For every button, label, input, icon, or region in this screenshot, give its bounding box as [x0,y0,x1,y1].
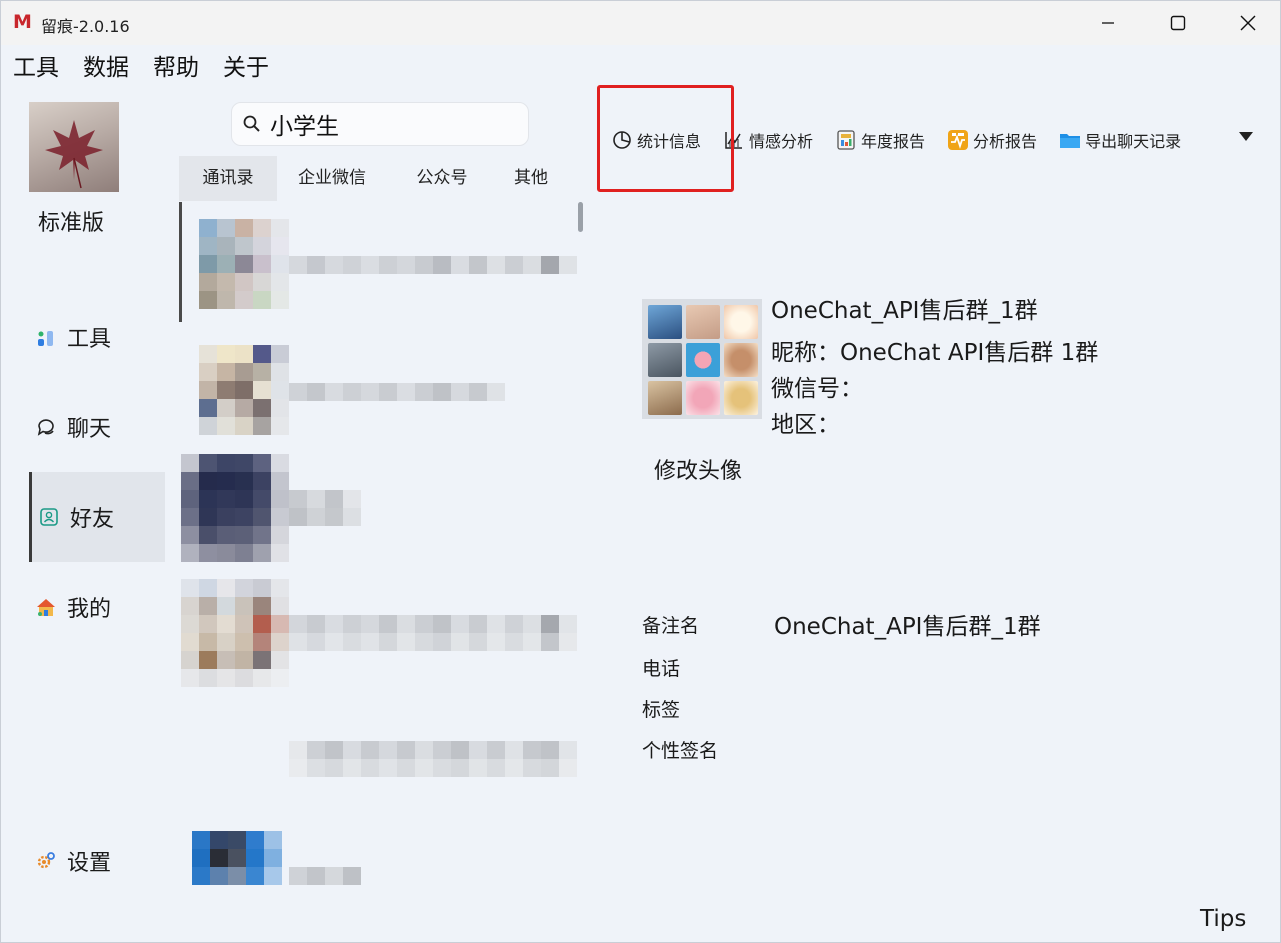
tips-link[interactable]: Tips [1200,906,1246,932]
remark-value: OneChat_API售后群_1群 [774,614,1041,640]
tab-official-accounts[interactable]: 公众号 [387,156,497,201]
close-icon [1240,15,1256,31]
member-avatar [686,381,720,415]
chat-icon [35,416,57,438]
tab-contacts[interactable]: 通讯录 [179,156,277,201]
list-item[interactable] [179,201,579,321]
member-avatar [724,305,758,339]
minimize-icon [1102,22,1114,24]
more-dropdown-icon[interactable] [1239,132,1253,141]
analysis-report-button[interactable]: 分析报告 [947,128,1037,152]
change-avatar-button[interactable]: 修改头像 [654,453,742,485]
maple-leaf-icon [45,120,103,189]
nav-tools-label: 工具 [67,327,112,352]
contact-tabs: 通讯录 企业微信 公众号 其他 [179,156,565,201]
member-avatar [648,343,682,377]
nav-mine-label: 我的 [67,597,112,622]
list-item-name [289,383,505,401]
list-item-name [289,867,361,885]
title-bar: M 留痕-2.0.16 [1,1,1280,45]
list-item[interactable] [179,579,579,699]
menu-help[interactable]: 帮助 [141,49,211,89]
contact-nickname: 昵称：OneChat API售后群 1群 [771,340,1099,366]
menu-bar: 工具 数据 帮助 关于 [1,49,281,89]
list-item-name [289,256,577,274]
remark-label: 备注名 [642,615,700,637]
list-item[interactable] [179,831,579,901]
list-item-avatar [199,219,289,309]
list-item-avatar [181,454,289,562]
annual-report-button[interactable]: 年度报告 [835,128,925,152]
search-icon [243,115,260,132]
minimize-button[interactable] [1073,1,1143,45]
list-item[interactable] [179,454,579,574]
sentiment-analysis-button[interactable]: 情感分析 [723,128,813,152]
menu-tools[interactable]: 工具 [1,49,71,89]
edition-label: 标准版 [38,211,105,236]
signature-label: 个性签名 [642,740,719,762]
contacts-icon [38,506,60,528]
nav-settings[interactable]: 设置 [29,816,165,906]
group-avatar[interactable] [642,299,762,419]
list-item-avatar [199,345,289,435]
tab-other[interactable]: 其他 [497,156,565,201]
tags-label: 标签 [642,699,681,721]
maximize-button[interactable] [1143,1,1213,45]
menu-about[interactable]: 关于 [211,49,281,89]
contact-wechat-id: 微信号： [771,376,863,402]
analysis-report-label: 分析报告 [973,132,1038,151]
member-avatar [686,305,720,339]
tools-icon [35,326,57,348]
contact-list [179,201,583,901]
app-window: M 留痕-2.0.16 工具 数据 帮助 关于 标准版 工具 聊天 好友 我的 … [0,0,1281,943]
folder-icon [1059,129,1081,151]
app-logo-icon: M [13,11,32,33]
close-button[interactable] [1213,1,1281,45]
tab-wecom[interactable]: 企业微信 [277,156,387,201]
search-box[interactable] [231,102,529,146]
gear-icon [35,850,57,872]
phone-label: 电话 [642,658,681,680]
member-avatar [724,343,758,377]
nav-chat-label: 聊天 [67,417,112,442]
list-item-avatar [192,831,282,885]
nav-mine[interactable]: 我的 [29,562,165,652]
menu-data[interactable]: 数据 [71,49,141,89]
list-item[interactable] [179,341,579,461]
annual-report-label: 年度报告 [861,132,926,151]
member-avatar [648,381,682,415]
list-item-name [289,741,577,777]
nav-contacts-label: 好友 [70,507,115,532]
contact-region: 地区： [771,412,840,438]
nav-chat[interactable]: 聊天 [29,382,165,472]
window-title: 留痕-2.0.16 [41,17,130,36]
list-item-name [289,490,361,526]
analysis-icon [947,129,969,151]
maximize-icon [1170,15,1186,31]
report-icon [835,129,857,151]
member-avatar [686,343,720,377]
member-avatar [724,381,758,415]
annotation-highlight-box [597,85,734,192]
user-avatar[interactable] [29,102,119,192]
search-input[interactable] [270,111,510,137]
export-chat-label: 导出聊天记录 [1085,132,1182,151]
export-chat-button[interactable]: 导出聊天记录 [1059,128,1181,152]
home-icon [35,596,57,618]
list-item-avatar [181,579,289,687]
list-item-name [289,615,577,651]
contact-display-name: OneChat_API售后群_1群 [771,298,1038,324]
nav-tools[interactable]: 工具 [29,292,165,382]
nav-contacts[interactable]: 好友 [29,472,165,562]
member-avatar [648,305,682,339]
nav-settings-label: 设置 [67,851,112,876]
sentiment-analysis-label: 情感分析 [749,132,814,151]
